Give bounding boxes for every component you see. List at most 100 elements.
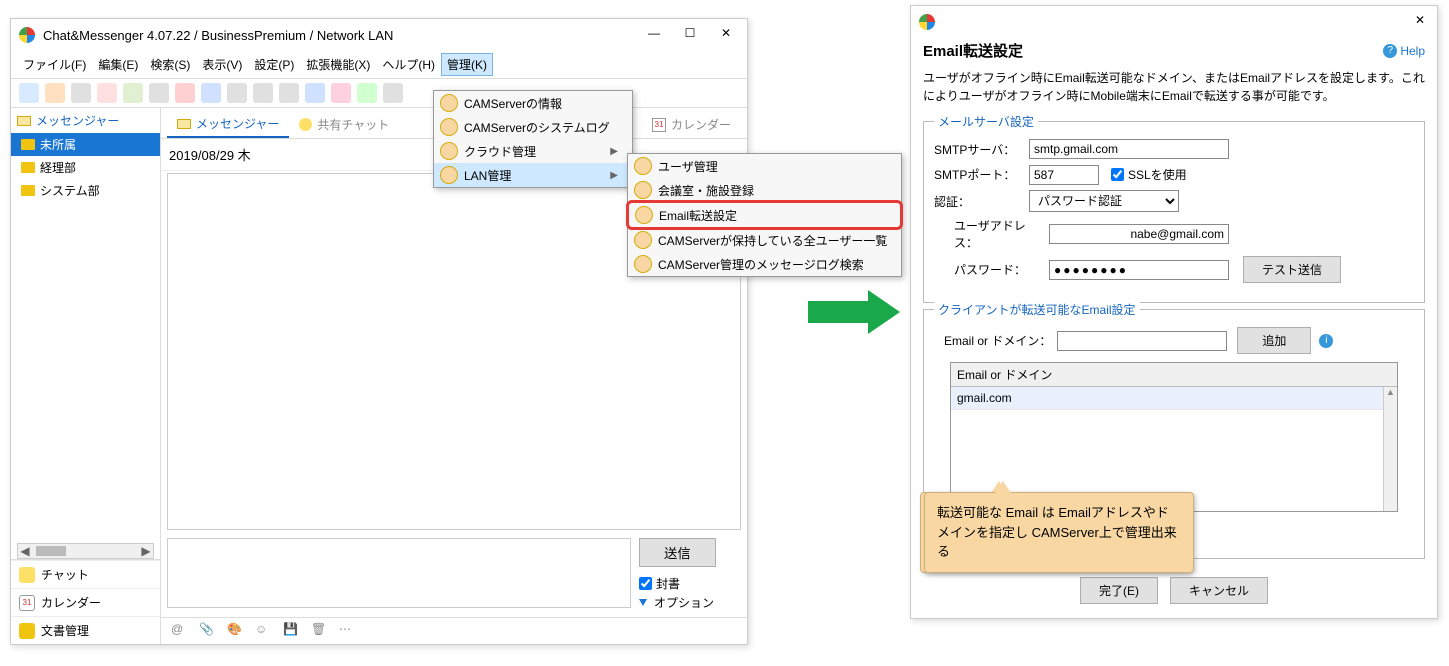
sidebar-folder-system[interactable]: システム部: [11, 179, 160, 202]
menu-admin[interactable]: 管理(K): [441, 53, 493, 76]
submenu-all-users[interactable]: CAMServerが保持している全ユーザー一覧: [628, 228, 901, 252]
smtp-server-input[interactable]: [1029, 139, 1229, 159]
menu-search[interactable]: 検索(S): [144, 53, 196, 76]
close-button[interactable]: ✕: [1411, 13, 1429, 31]
toolbar-icon[interactable]: [357, 83, 377, 103]
test-send-button[interactable]: テスト送信: [1243, 256, 1341, 283]
auth-select[interactable]: パスワード認証: [1029, 190, 1179, 212]
password-input[interactable]: [1049, 260, 1229, 280]
toolbar-icon[interactable]: [175, 83, 195, 103]
save-icon[interactable]: 💾: [283, 622, 301, 640]
done-button[interactable]: 完了(E): [1080, 577, 1158, 604]
ssl-checkbox-input[interactable]: [1111, 168, 1124, 181]
toolbar-icon[interactable]: [227, 83, 247, 103]
add-button[interactable]: 追加: [1237, 327, 1311, 354]
menu-cloud-mgmt[interactable]: クラウド管理▶: [434, 139, 632, 163]
nav-label: 文書管理: [41, 622, 89, 639]
sealed-checkbox-input[interactable]: [639, 577, 652, 590]
attach-icon[interactable]: 📎: [199, 622, 217, 640]
toolbar-icon[interactable]: [279, 83, 299, 103]
tab-label: メッセンジャー: [196, 115, 279, 132]
menu-view[interactable]: 表示(V): [196, 53, 248, 76]
toolbar-icon[interactable]: [71, 83, 91, 103]
sidebar-scrollbar[interactable]: ◀ ▶: [17, 543, 154, 559]
sidebar-folder-unassigned[interactable]: 未所属: [11, 133, 160, 156]
toolbar-icon[interactable]: [201, 83, 221, 103]
calendar-icon: 31: [19, 595, 35, 611]
menu-ext[interactable]: 拡張機能(X): [300, 53, 376, 76]
menu-help[interactable]: ヘルプ(H): [376, 53, 441, 76]
submenu-user-mgmt[interactable]: ユーザ管理: [628, 154, 901, 178]
chevron-down-icon: [639, 599, 647, 606]
folder-icon: [19, 623, 35, 639]
nav-calendar[interactable]: 31 カレンダー: [11, 588, 160, 616]
smtp-server-label: SMTPサーバ：: [934, 141, 1029, 158]
user-icon: [634, 181, 652, 199]
emoji-icon[interactable]: ☺: [255, 622, 273, 640]
scroll-right-icon[interactable]: ▶: [139, 544, 153, 558]
toolbar-icon[interactable]: [331, 83, 351, 103]
table-scrollbar[interactable]: ▲: [1383, 387, 1397, 511]
menu-camserver-info[interactable]: CAMServerの情報: [434, 91, 632, 115]
menu-file[interactable]: ファイル(F): [17, 53, 92, 76]
smtp-port-input[interactable]: [1029, 165, 1099, 185]
folder-icon: [21, 139, 35, 150]
folder-label: システム部: [40, 182, 100, 199]
tab-calendar[interactable]: 31 カレンダー: [642, 111, 741, 138]
menu-lan-mgmt[interactable]: LAN管理▶: [434, 163, 632, 187]
user-icon: [634, 157, 652, 175]
sealed-checkbox[interactable]: 封書: [639, 575, 741, 592]
sidebar-folder-accounting[interactable]: 経理部: [11, 156, 160, 179]
toolbar-icon[interactable]: [97, 83, 117, 103]
user-addr-input[interactable]: [1049, 224, 1229, 244]
nav-label: カレンダー: [41, 594, 101, 611]
options-link[interactable]: オプション: [639, 594, 741, 611]
compose-input[interactable]: [167, 538, 631, 608]
menu-settings[interactable]: 設定(P): [248, 53, 300, 76]
scroll-left-icon[interactable]: ◀: [18, 544, 32, 558]
dialog-description: ユーザがオフライン時にEmail転送可能なドメイン、またはEmailアドレスを設…: [911, 65, 1437, 115]
toolbar-icon[interactable]: [123, 83, 143, 103]
ssl-checkbox[interactable]: SSLを使用: [1111, 166, 1187, 183]
help-link[interactable]: Help: [1400, 44, 1425, 58]
toolbar-icon[interactable]: [19, 83, 39, 103]
tab-label: 共有チャット: [317, 116, 389, 133]
toolbar-icon[interactable]: [305, 83, 325, 103]
folder-label: 未所属: [40, 136, 76, 153]
envelope-icon: [17, 116, 31, 126]
close-button[interactable]: ✕: [717, 26, 735, 44]
tab-shared-chat[interactable]: 共有チャット: [289, 111, 399, 138]
toolbar-icon[interactable]: [253, 83, 273, 103]
tab-messenger[interactable]: メッセンジャー: [167, 111, 289, 138]
toolbar-icon[interactable]: [383, 83, 403, 103]
nav-chat[interactable]: チャット: [11, 560, 160, 588]
mention-icon[interactable]: @: [171, 622, 189, 640]
menubar: ファイル(F) 編集(E) 検索(S) 表示(V) 設定(P) 拡張機能(X) …: [11, 51, 747, 79]
dialog-titlebar: ✕: [911, 6, 1437, 38]
trash-icon[interactable]: 🗑: [311, 622, 329, 640]
maximize-button[interactable]: ☐: [681, 26, 699, 44]
tab-label: カレンダー: [671, 116, 731, 133]
more-icon[interactable]: ⋯: [339, 622, 357, 640]
submenu-room-reg[interactable]: 会議室・施設登録: [628, 178, 901, 202]
nav-docs[interactable]: 文書管理: [11, 616, 160, 644]
email-domain-input[interactable]: [1057, 331, 1227, 351]
menu-edit[interactable]: 編集(E): [92, 53, 144, 76]
menu-camserver-syslog[interactable]: CAMServerのシステムログ: [434, 115, 632, 139]
chevron-right-icon: ▶: [610, 146, 618, 157]
palette-icon[interactable]: 🎨: [227, 622, 245, 640]
envelope-icon: [177, 119, 191, 129]
auth-label: 認証：: [934, 193, 1029, 210]
scroll-thumb[interactable]: [36, 546, 66, 556]
toolbar-icon[interactable]: [149, 83, 169, 103]
minimize-button[interactable]: —: [645, 26, 663, 44]
dialog-title: Email転送設定: [923, 40, 1383, 61]
folder-icon: [21, 185, 35, 196]
submenu-msg-log[interactable]: CAMServer管理のメッセージログ検索: [628, 252, 901, 276]
send-button[interactable]: 送信: [639, 538, 716, 567]
submenu-email-fwd[interactable]: Email転送設定: [629, 203, 900, 227]
toolbar-icon[interactable]: [45, 83, 65, 103]
window-title: Chat&Messenger 4.07.22 / BusinessPremium…: [43, 28, 645, 43]
table-row[interactable]: gmail.com: [951, 387, 1397, 410]
cancel-button[interactable]: キャンセル: [1170, 577, 1268, 604]
